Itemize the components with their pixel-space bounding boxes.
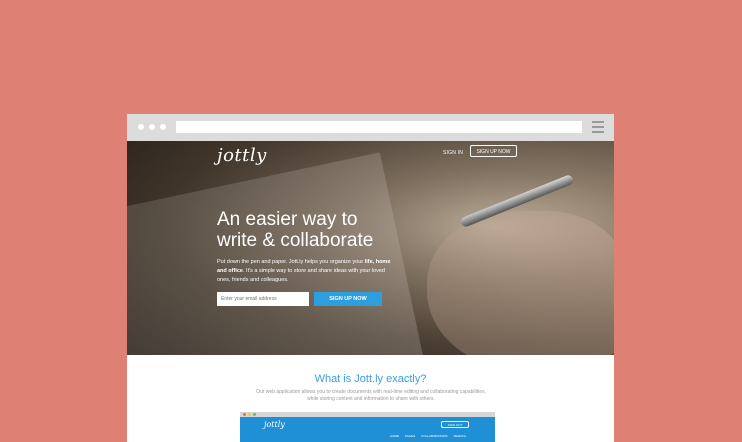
preview-nav-item: PAGES	[405, 434, 416, 438]
app-preview: jottly SIGN OUT HOME PAGES COLLABORATORS…	[240, 412, 495, 442]
hero-section: jottly SIGN IN SIGN UP NOW An easier way…	[127, 141, 614, 355]
preview-nav-item: COLLABORATORS	[421, 434, 448, 438]
browser-toolbar	[127, 114, 614, 141]
preview-nav-item: HOME	[390, 434, 399, 438]
preview-nav-item: SEARCH	[453, 434, 467, 438]
hero-description-text: Put down the pen and paper. Jott.ly help…	[217, 259, 365, 265]
hero-description-bold: life,	[364, 259, 375, 265]
signup-nav-button[interactable]: SIGN UP NOW	[470, 145, 517, 157]
window-dot-icon	[138, 124, 144, 130]
hero-description-text: . It's a simple way to store and share i…	[217, 268, 385, 283]
preview-nav: HOME PAGES COLLABORATORS SEARCH	[390, 434, 466, 438]
maximize-dot-icon	[253, 413, 256, 416]
page-background: { "brand": { "logo_text": "jottly" }, "n…	[0, 0, 742, 442]
minimize-dot-icon	[248, 413, 251, 416]
email-input[interactable]	[217, 292, 309, 306]
address-bar[interactable]	[176, 121, 582, 133]
headline-line-2: write & collaborate	[217, 230, 374, 251]
window-dot-icon	[149, 124, 155, 130]
window-dot-icon	[160, 124, 166, 130]
preview-logo: jottly	[264, 420, 285, 429]
site-logo[interactable]: jottly	[217, 145, 267, 166]
preview-signout-button: SIGN OUT	[441, 421, 469, 428]
section-title: What is Jott.ly exactly?	[314, 373, 427, 385]
section-description: Our web application allows you to create…	[256, 389, 486, 402]
menu-icon[interactable]	[592, 121, 604, 134]
hero-headline: An easier way to write & collaborate	[217, 209, 477, 251]
hero-description: Put down the pen and paper. Jott.ly help…	[217, 258, 397, 285]
preview-header: jottly SIGN OUT HOME PAGES COLLABORATORS…	[240, 417, 495, 442]
signup-button[interactable]: SIGN UP NOW	[314, 292, 382, 306]
browser-window: jottly SIGN IN SIGN UP NOW An easier way…	[127, 114, 614, 442]
headline-line-1: An easier way to	[217, 209, 358, 230]
sign-in-link[interactable]: SIGN IN	[443, 150, 463, 156]
close-dot-icon	[243, 413, 246, 416]
